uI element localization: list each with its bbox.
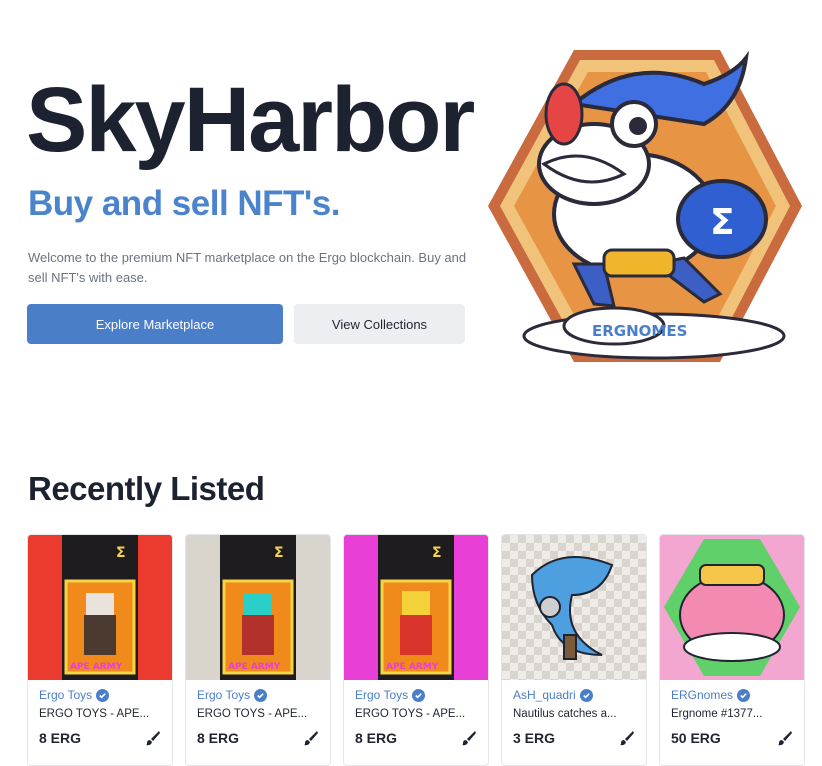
hero-nft-image: Σ ERGNOMES — [488, 50, 802, 362]
brush-icon — [146, 731, 160, 746]
brush-icon — [778, 731, 792, 746]
hero-title: SkyHarbor — [26, 69, 475, 171]
card-price: 8 ERG — [197, 730, 240, 746]
card-nft-name: ERGO TOYS - APE... — [197, 708, 308, 720]
nft-card[interactable]: Σ APE ARMY Ergo Toys ERGO TOYS - APE... … — [185, 534, 331, 766]
card-collection-link[interactable]: Ergo Toys — [355, 688, 408, 702]
svg-text:APE ARMY: APE ARMY — [386, 662, 439, 672]
card-nft-name: ERGO TOYS - APE... — [355, 708, 466, 720]
verified-icon — [412, 688, 426, 702]
card-price: 8 ERG — [355, 730, 398, 746]
card-collection-link[interactable]: Ergo Toys — [39, 688, 92, 702]
hero-subtitle: Buy and sell NFT's. — [28, 184, 340, 223]
card-price: 3 ERG — [513, 730, 556, 746]
card-price: 8 ERG — [39, 730, 82, 746]
card-collection-link[interactable]: Ergo Toys — [197, 688, 250, 702]
nft-card-image[interactable]: Σ APE ARMY — [28, 535, 172, 680]
nft-card-image[interactable] — [660, 535, 804, 680]
svg-text:Σ: Σ — [116, 545, 126, 561]
nft-card-image[interactable]: Σ APE ARMY — [186, 535, 330, 680]
brush-icon — [462, 731, 476, 746]
verified-icon — [737, 688, 751, 702]
svg-text:Σ: Σ — [274, 545, 284, 561]
card-price: 50 ERG — [671, 730, 721, 746]
verified-icon — [96, 688, 110, 702]
ergnomes-logo-text: ERGNOMES — [592, 322, 687, 340]
brush-icon — [620, 731, 634, 746]
svg-text:Σ: Σ — [432, 545, 442, 561]
nft-card[interactable]: ERGnomes Ergnome #1377... 50 ERG — [659, 534, 805, 766]
card-nft-name: ERGO TOYS - APE... — [39, 708, 150, 720]
brush-icon — [304, 731, 318, 746]
view-collections-button[interactable]: View Collections — [294, 304, 465, 344]
card-collection-link[interactable]: AsH_quadri — [513, 688, 576, 702]
verified-icon — [579, 688, 593, 702]
nft-card[interactable]: Σ APE ARMY Ergo Toys ERGO TOYS - APE... … — [27, 534, 173, 766]
nft-card[interactable]: Σ APE ARMY Ergo Toys ERGO TOYS - APE... … — [343, 534, 489, 766]
verified-icon — [254, 688, 268, 702]
hero-description: Welcome to the premium NFT marketplace o… — [28, 250, 467, 285]
nft-card-image[interactable]: Σ APE ARMY — [344, 535, 488, 680]
svg-text:Σ: Σ — [710, 202, 735, 243]
explore-marketplace-button[interactable]: Explore Marketplace — [27, 304, 283, 344]
card-nft-name: Nautilus catches a... — [513, 708, 617, 720]
card-collection-link[interactable]: ERGnomes — [671, 688, 733, 702]
nft-card-image[interactable] — [502, 535, 646, 680]
svg-text:APE ARMY: APE ARMY — [228, 662, 281, 672]
recently-listed-cards: Σ APE ARMY Ergo Toys ERGO TOYS - APE... … — [27, 534, 817, 766]
svg-text:APE ARMY: APE ARMY — [70, 662, 123, 672]
recently-listed-title: Recently Listed — [28, 470, 265, 507]
card-nft-name: Ergnome #1377... — [671, 708, 763, 720]
nft-card[interactable]: AsH_quadri Nautilus catches a... 3 ERG — [501, 534, 647, 766]
